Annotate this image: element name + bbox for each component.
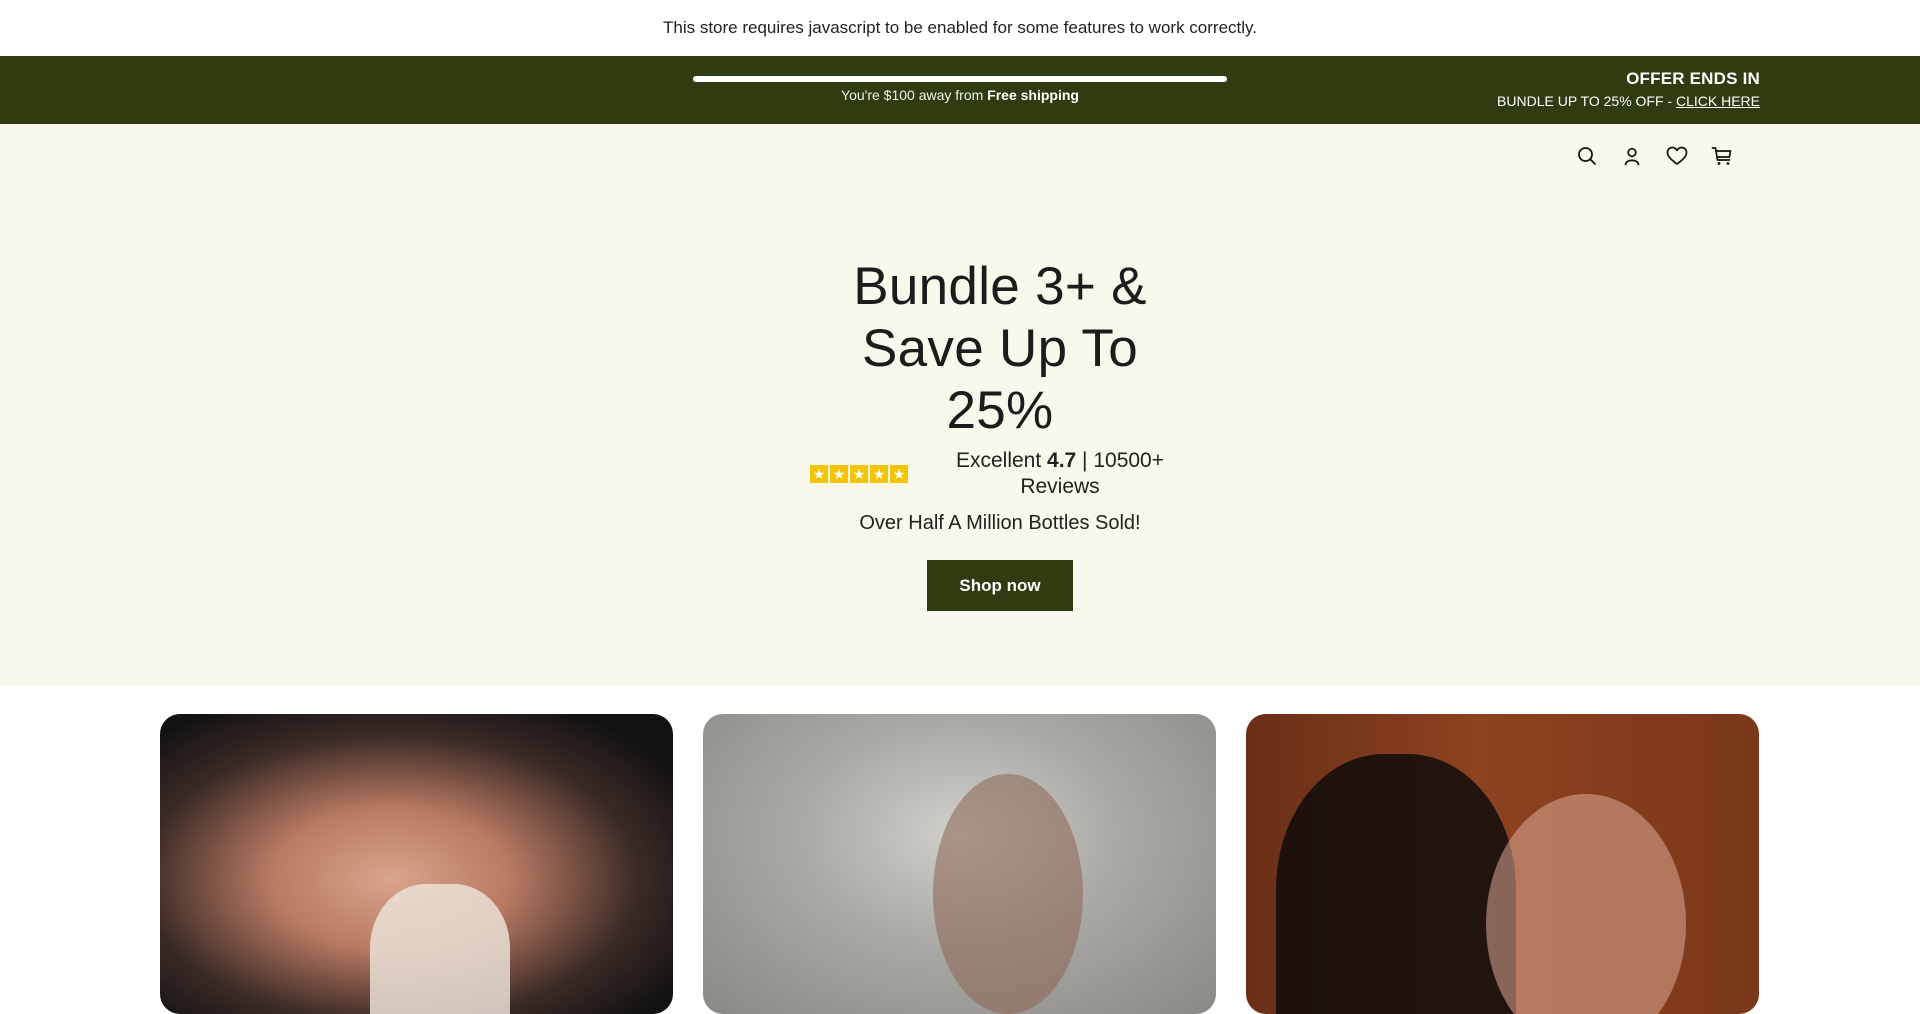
rating-block: ★ ★ ★ ★ ★ Excellent 4.7 | 10500+ Reviews bbox=[810, 448, 1190, 500]
shipping-progress-bar bbox=[693, 76, 1227, 82]
shipping-prefix: You're $100 away from bbox=[841, 87, 988, 103]
star-icon: ★ bbox=[810, 465, 828, 483]
collection-card-couples[interactable] bbox=[1246, 714, 1759, 1014]
cart-icon[interactable] bbox=[1710, 144, 1734, 168]
free-shipping-progress: You're $100 away from Free shipping bbox=[693, 76, 1227, 103]
star-icon: ★ bbox=[850, 465, 868, 483]
couple-image-2 bbox=[1486, 794, 1686, 1014]
javascript-notice: This store requires javascript to be ena… bbox=[0, 0, 1920, 56]
account-icon[interactable] bbox=[1620, 144, 1644, 168]
shop-now-button[interactable]: Shop now bbox=[927, 560, 1073, 611]
collection-card-men[interactable] bbox=[703, 714, 1216, 1014]
model-image bbox=[933, 774, 1083, 1014]
couple-image bbox=[1276, 754, 1516, 1014]
shipping-bold: Free shipping bbox=[987, 87, 1079, 103]
collection-card-women[interactable] bbox=[160, 714, 673, 1014]
rating-value: 4.7 bbox=[1047, 449, 1077, 472]
rating-prefix: Excellent bbox=[955, 449, 1048, 472]
bottles-sold: Over Half A Million Bottles Sold! bbox=[859, 512, 1141, 534]
javascript-notice-text: This store requires javascript to be ena… bbox=[663, 18, 1257, 37]
offer-countdown: OFFER ENDS IN BUNDLE UP TO 25% OFF - CLI… bbox=[1497, 69, 1760, 109]
hero-title: Bundle 3+ & Save Up To 25% bbox=[853, 257, 1147, 440]
offer-title: OFFER ENDS IN bbox=[1626, 69, 1760, 88]
wishlist-icon[interactable] bbox=[1665, 144, 1689, 168]
hero-content: Bundle 3+ & Save Up To 25% ★ ★ ★ ★ ★ Exc… bbox=[810, 256, 1190, 611]
search-icon[interactable] bbox=[1575, 144, 1599, 168]
star-rating: ★ ★ ★ ★ ★ bbox=[810, 465, 908, 483]
star-icon: ★ bbox=[870, 465, 888, 483]
offer-subtitle: BUNDLE UP TO 25% OFF - CLICK HERE bbox=[1497, 93, 1760, 109]
promo-bar: You're $100 away from Free shipping OFFE… bbox=[0, 56, 1920, 124]
offer-click-here-link[interactable]: CLICK HERE bbox=[1676, 93, 1760, 109]
perfume-bottle-image bbox=[370, 884, 510, 1014]
star-icon: ★ bbox=[830, 465, 848, 483]
rating-text: Excellent 4.7 | 10500+ Reviews bbox=[930, 448, 1190, 500]
collection-cards bbox=[160, 714, 1759, 1014]
offer-sub-text: BUNDLE UP TO 25% OFF - bbox=[1497, 93, 1676, 109]
hero-section: Bundle 3+ & Save Up To 25% ★ ★ ★ ★ ★ Exc… bbox=[0, 124, 1920, 685]
star-icon: ★ bbox=[890, 465, 908, 483]
shipping-message: You're $100 away from Free shipping bbox=[693, 87, 1227, 103]
header-icons bbox=[1575, 144, 1734, 168]
